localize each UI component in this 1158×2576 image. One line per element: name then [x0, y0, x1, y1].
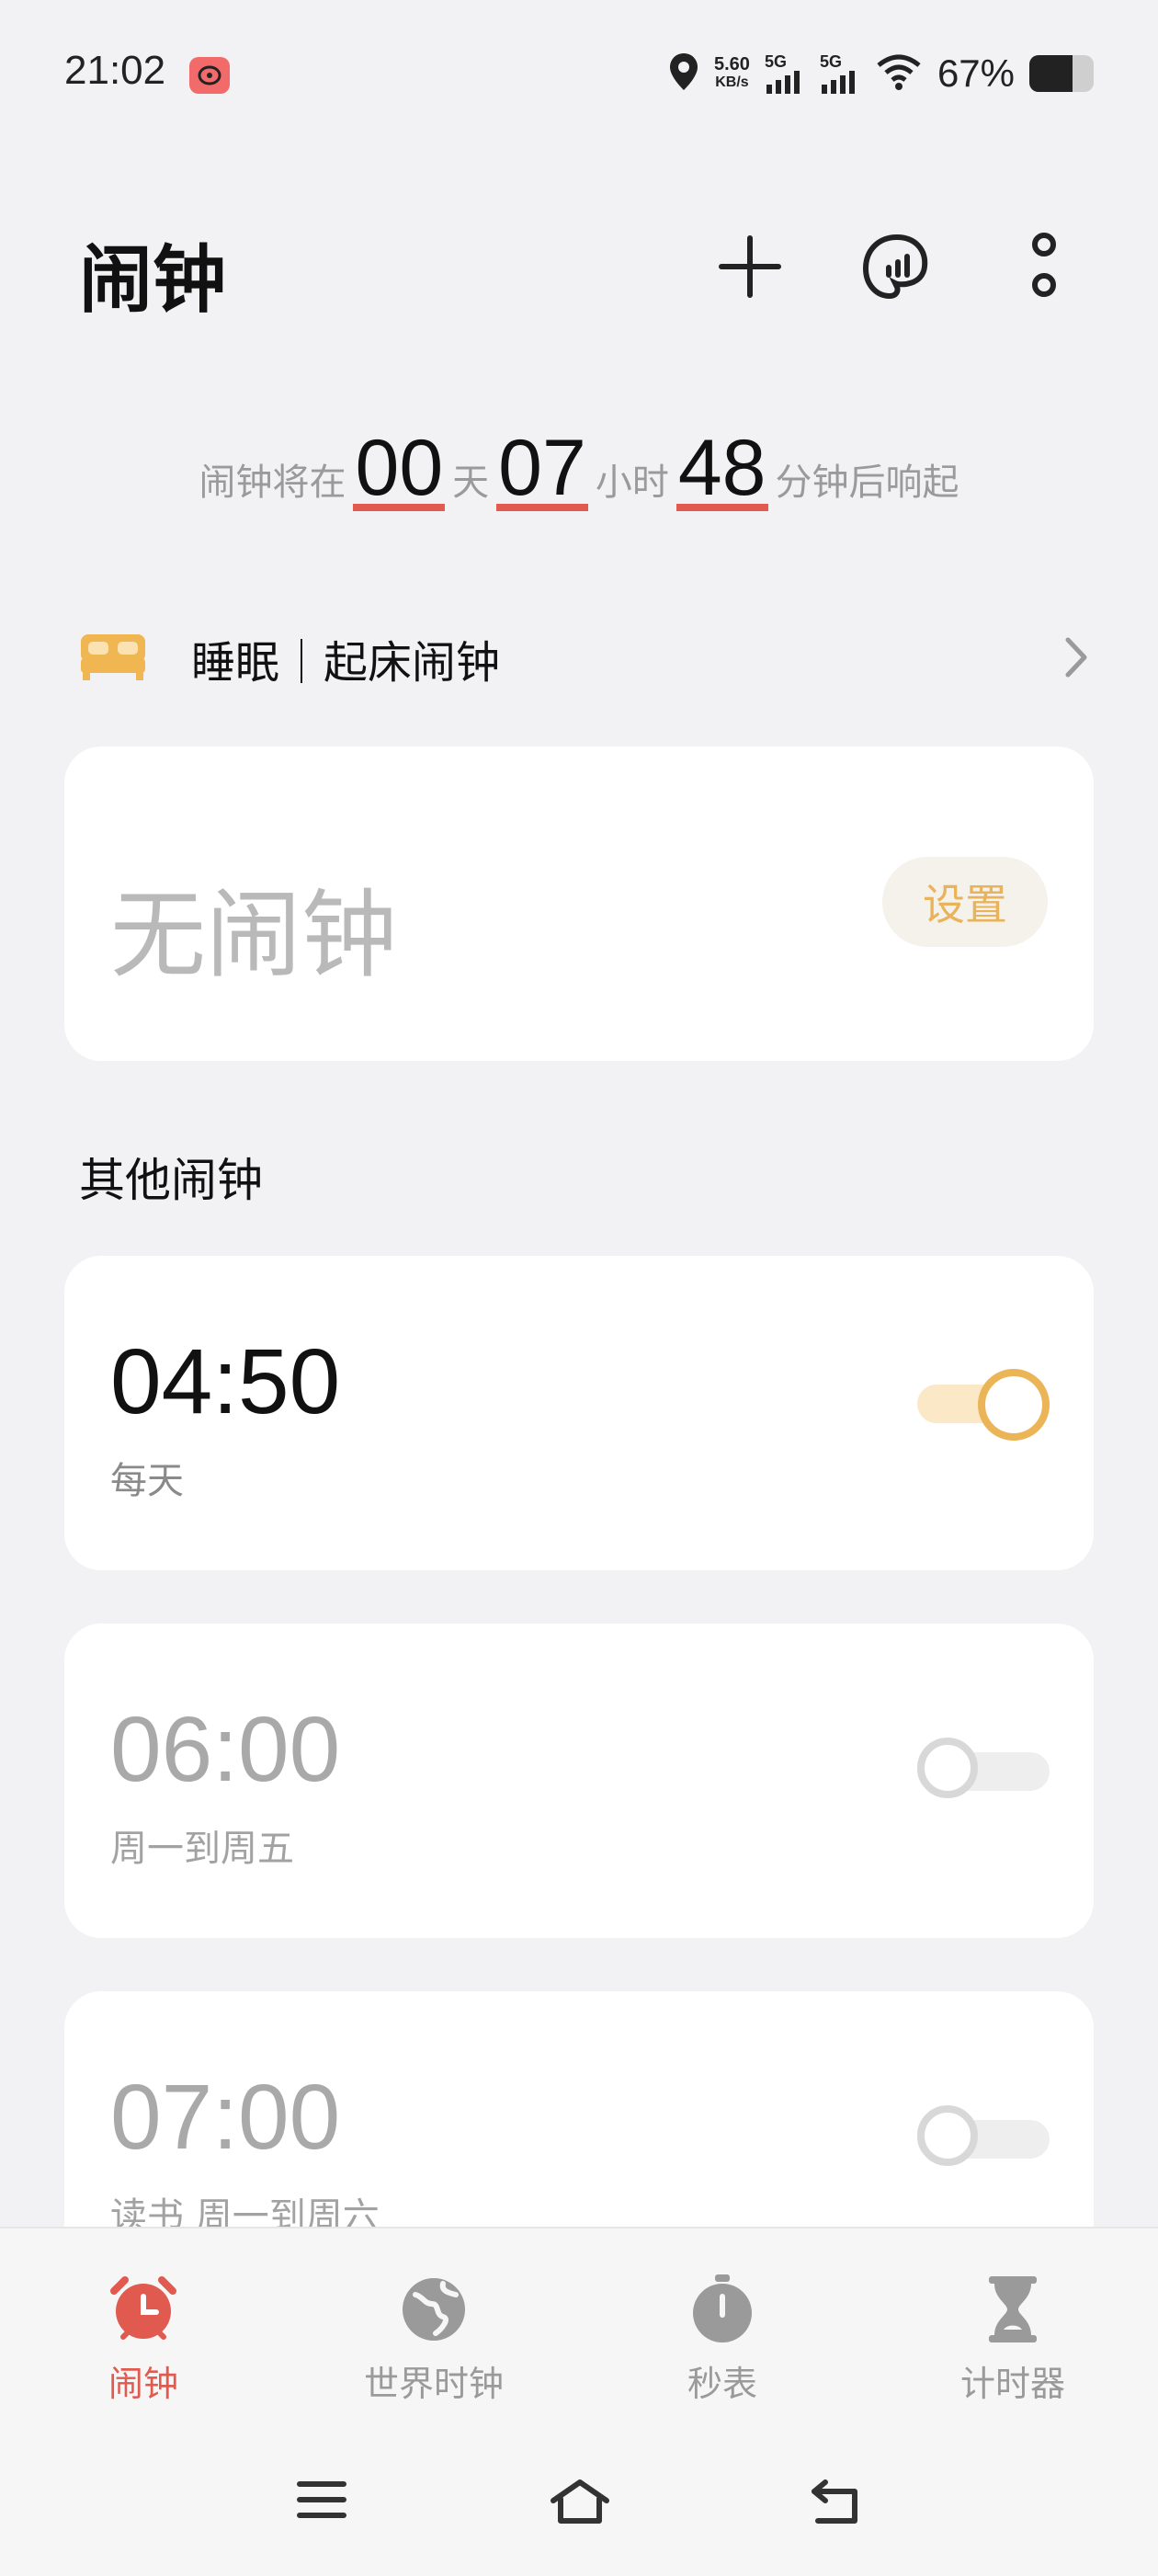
alarm-card[interactable]: 04:50 每天: [64, 1256, 1094, 1570]
back-icon[interactable]: [809, 2477, 864, 2530]
countdown-prefix: 闹钟将在: [199, 462, 346, 504]
tab-stopwatch[interactable]: 秒表: [621, 2274, 823, 2406]
battery-icon: [1029, 55, 1094, 92]
next-alarm-countdown: 闹钟将在 00 天 07 小时 48 分钟后响起: [0, 424, 1158, 512]
tab-world-clock[interactable]: 世界时钟: [333, 2274, 535, 2406]
other-alarms-title: 其他闹钟: [79, 1154, 263, 1207]
tab-label: 秒表: [687, 2364, 757, 2404]
alarm-toggle[interactable]: [917, 1738, 1050, 1806]
tab-label: 世界时钟: [363, 2364, 504, 2404]
countdown-days-unit: 天: [452, 462, 490, 504]
countdown-hours-unit: 小时: [595, 462, 669, 504]
signal-icon: 5G: [820, 53, 860, 94]
hourglass-icon: [985, 2274, 1040, 2348]
more-icon[interactable]: [1007, 230, 1081, 303]
tab-label: 闹钟: [108, 2364, 178, 2404]
alarm-time: 04:50: [110, 1330, 341, 1433]
alarm-time: 07:00: [110, 2066, 341, 2169]
alarm-toggle[interactable]: [917, 1369, 1050, 1441]
countdown-minutes-unit: 分钟后响起: [775, 462, 959, 504]
sleep-alarm-card: 无闹钟 设置: [64, 747, 1094, 1061]
set-sleep-alarm-button[interactable]: 设置: [882, 857, 1048, 947]
network-speed: 5.60 KB/s: [714, 54, 750, 90]
sleep-stats-icon[interactable]: [860, 230, 934, 303]
chevron-right-icon: [1062, 634, 1090, 684]
countdown-days: 00: [353, 424, 446, 512]
alarm-repeat: 每天: [110, 1460, 184, 1502]
menu-icon[interactable]: [294, 2477, 349, 2526]
signal-icon: 5G: [765, 53, 805, 94]
status-indicators: 5.60 KB/s 5G 5G 67%: [668, 46, 1094, 101]
stopwatch-icon: [687, 2274, 757, 2348]
bottom-navigation: 闹钟 世界时钟 秒表 计时器: [0, 2227, 1158, 2576]
globe-icon: [399, 2274, 469, 2348]
page-title: 闹钟: [79, 237, 226, 323]
tab-label: 计时器: [959, 2364, 1065, 2404]
bed-icon: [79, 631, 147, 686]
wifi-icon: [875, 52, 923, 95]
tab-alarm[interactable]: 闹钟: [42, 2274, 244, 2406]
alarm-clock-icon: [107, 2274, 180, 2348]
status-time: 21:02: [64, 48, 166, 93]
countdown-hours: 07: [496, 424, 588, 512]
countdown-minutes: 48: [676, 424, 768, 512]
alarm-time: 06:00: [110, 1698, 341, 1801]
alarm-card[interactable]: 06:00 周一到周五: [64, 1624, 1094, 1938]
sleep-alarm-label: 睡眠｜起床闹钟: [191, 637, 501, 689]
alarm-repeat: 周一到周五: [110, 1828, 294, 1870]
tab-timer[interactable]: 计时器: [912, 2274, 1114, 2406]
app-notification-icon: [189, 57, 230, 94]
home-icon[interactable]: [548, 2477, 612, 2530]
no-alarm-text: 无闹钟: [110, 879, 398, 991]
alarm-toggle[interactable]: [917, 2105, 1050, 2173]
battery-percent: 67%: [937, 51, 1015, 95]
add-icon[interactable]: [713, 230, 787, 303]
location-icon: [668, 51, 699, 96]
sleep-alarm-row[interactable]: 睡眠｜起床闹钟: [79, 621, 1090, 695]
